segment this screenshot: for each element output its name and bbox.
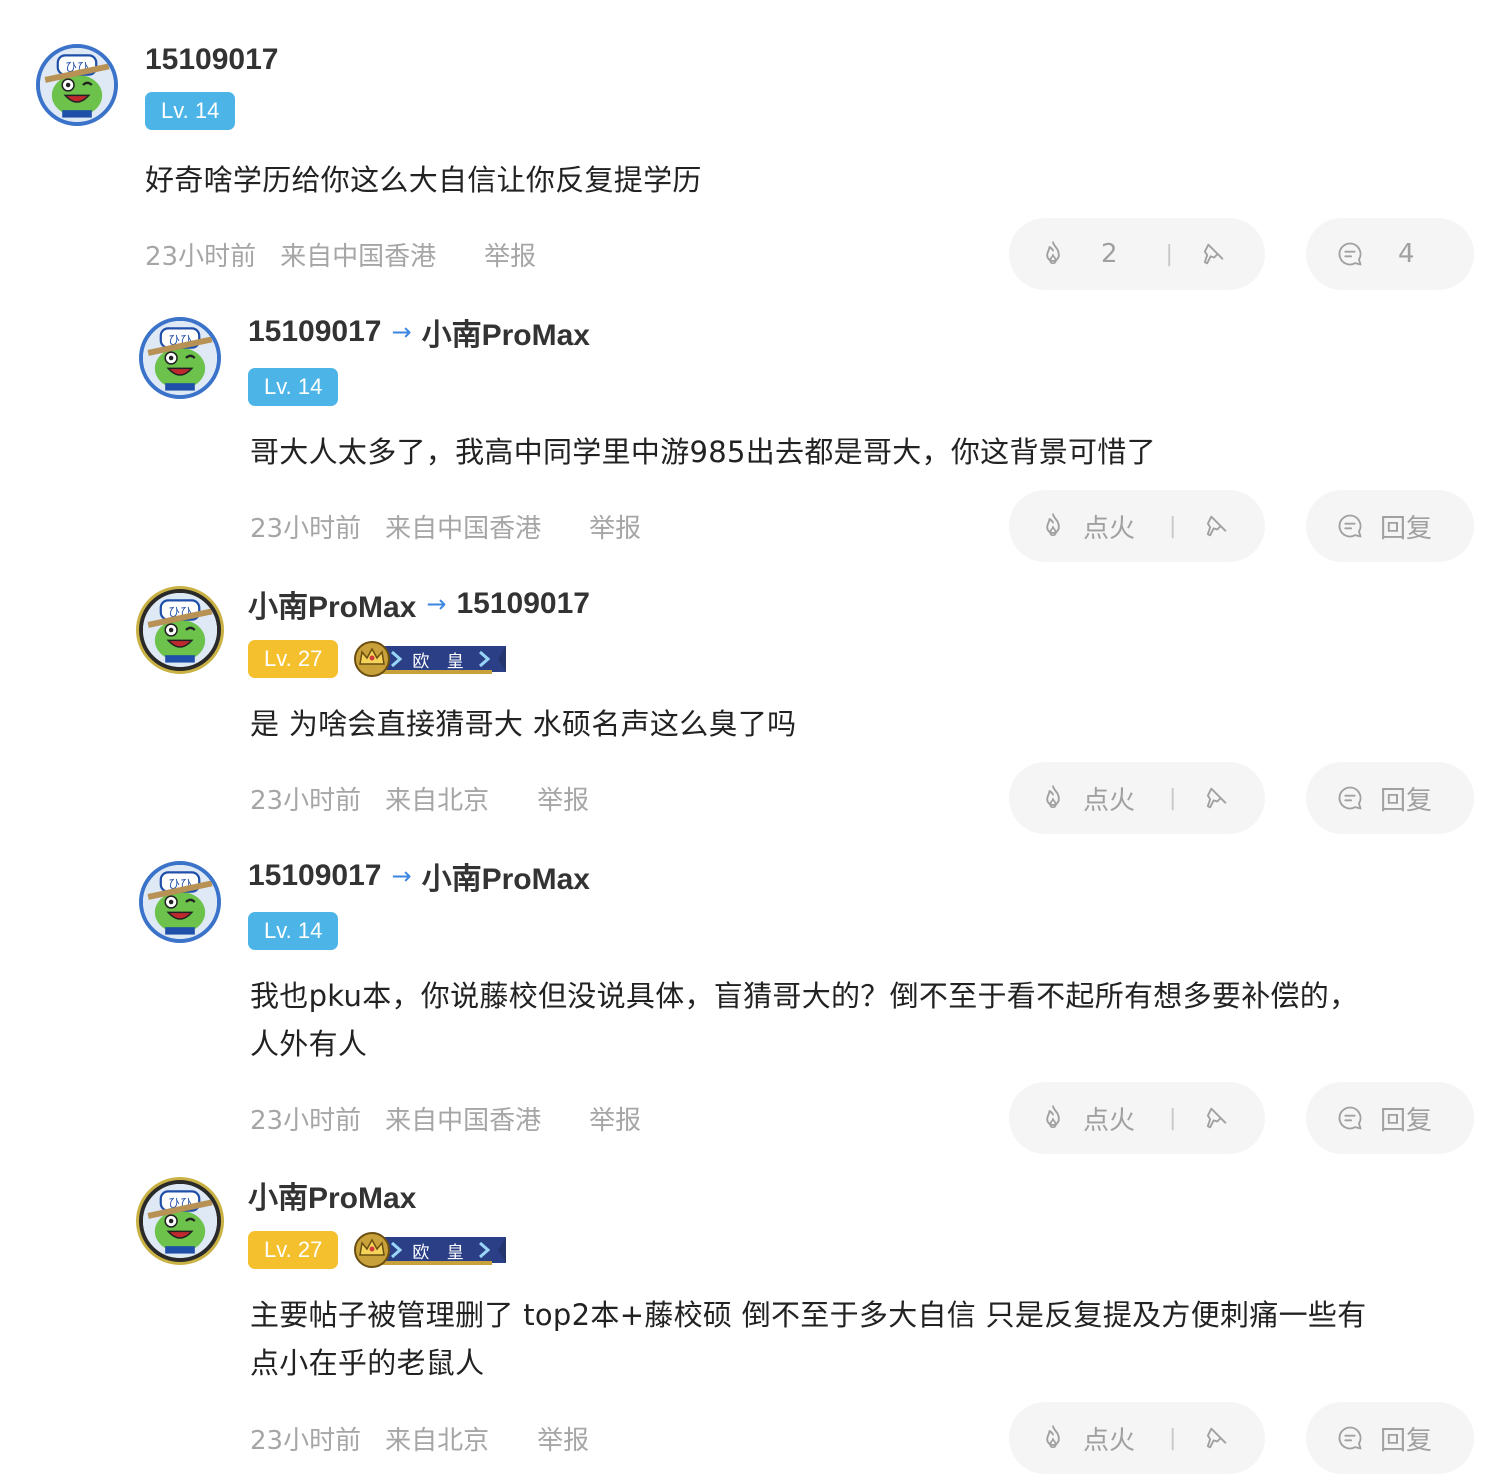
comment-icon [1336, 512, 1364, 540]
reply-button[interactable]: 4 [1306, 218, 1474, 290]
divider: | [1169, 1425, 1177, 1451]
report-link[interactable]: 举报 [589, 1100, 641, 1137]
fire-icon [1039, 1104, 1067, 1132]
frog-avatar-icon [143, 321, 217, 395]
fire-pill: 点火 | [1009, 762, 1265, 834]
reply-to-username[interactable]: 15109017 [456, 587, 589, 621]
avatar[interactable] [36, 44, 118, 126]
avatar[interactable] [139, 1180, 221, 1262]
level-badge: Lv. 27 [248, 640, 339, 678]
reply-button[interactable]: 回复 [1306, 490, 1474, 562]
fire-pill: 点火 | [1009, 1402, 1265, 1474]
divider: | [1169, 1105, 1177, 1131]
username[interactable]: 小南ProMax [248, 1173, 416, 1217]
avatar[interactable] [139, 861, 221, 943]
fire-icon [1039, 784, 1067, 812]
medal-badge: 欧 皇 [352, 640, 508, 678]
divider: | [1165, 241, 1173, 267]
fire-button[interactable]: 2 [1039, 239, 1118, 269]
avatar[interactable] [139, 589, 221, 671]
comment-text: 哥大人太多了，我高中同学里中游985出去都是哥大，你这背景可惜了 [250, 435, 1156, 469]
fire-icon [1039, 240, 1067, 268]
fire-button[interactable]: 点火 [1039, 1100, 1135, 1137]
reply-button[interactable]: 回复 [1306, 1402, 1474, 1474]
location: 来自中国香港 [385, 1105, 542, 1136]
dislike-icon[interactable] [1202, 512, 1230, 540]
dislike-icon[interactable] [1202, 1104, 1230, 1132]
medal-text: 欧 皇 [412, 652, 470, 672]
timestamp: 23小时前 [250, 1105, 362, 1136]
comment-icon [1336, 240, 1364, 268]
avatar[interactable] [139, 317, 221, 399]
location: 来自北京 [385, 785, 490, 816]
fire-icon [1039, 512, 1067, 540]
location: 来自中国香港 [385, 513, 542, 544]
fire-pill: 2 | [1009, 218, 1265, 290]
reply-label: 回复 [1380, 1425, 1433, 1456]
fire-label: 点火 [1083, 513, 1136, 544]
reply-arrow-icon: → [391, 862, 412, 890]
report-link[interactable]: 举报 [537, 780, 589, 817]
fire-pill: 点火 | [1009, 490, 1265, 562]
fire-label: 点火 [1083, 1425, 1136, 1456]
report-link[interactable]: 举报 [537, 1420, 589, 1457]
frog-avatar-icon [143, 865, 217, 939]
location: 来自中国香港 [280, 241, 437, 272]
comment-icon [1336, 1424, 1364, 1452]
fire-count: 2 [1101, 239, 1118, 269]
report-link[interactable]: 举报 [484, 236, 536, 273]
comment-text-line-1: 主要帖子被管理删了 top2本+藤校硕 倒不至于多大自信 只是反复提及方便刺痛一… [250, 1298, 1367, 1332]
reply-button[interactable]: 回复 [1306, 762, 1474, 834]
comment-text-line-2: 人外有人 [250, 1027, 368, 1061]
reply-label: 回复 [1380, 1105, 1433, 1136]
username[interactable]: 15109017 [145, 43, 278, 77]
username[interactable]: 15109017 [248, 315, 381, 349]
fire-button[interactable]: 点火 [1039, 780, 1135, 817]
report-link[interactable]: 举报 [589, 508, 641, 545]
reply-to-username[interactable]: 小南ProMax [422, 310, 590, 354]
dislike-icon[interactable] [1202, 1424, 1230, 1452]
fire-button[interactable]: 点火 [1039, 1420, 1135, 1457]
timestamp: 23小时前 [250, 1425, 362, 1456]
comment-text-line-2: 点小在乎的老鼠人 [250, 1346, 485, 1380]
comment-text: 是 为啥会直接猜哥大 水硕名声这么臭了吗 [250, 707, 797, 741]
frog-avatar-icon [143, 593, 217, 667]
location: 来自北京 [385, 1425, 490, 1456]
level-badge: Lv. 14 [248, 368, 339, 406]
level-badge: Lv. 27 [248, 1231, 339, 1269]
reply-count: 4 [1398, 239, 1415, 269]
fire-label: 点火 [1083, 785, 1136, 816]
divider: | [1169, 513, 1177, 539]
timestamp: 23小时前 [145, 241, 257, 272]
username[interactable]: 小南ProMax [248, 582, 416, 626]
dislike-icon[interactable] [1199, 240, 1227, 268]
frog-avatar-icon [143, 1184, 217, 1258]
reply-to-username[interactable]: 小南ProMax [422, 854, 590, 898]
reply-arrow-icon: → [426, 590, 447, 618]
fire-icon [1039, 1424, 1067, 1452]
fire-label: 点火 [1083, 1105, 1136, 1136]
reply-button[interactable]: 回复 [1306, 1082, 1474, 1154]
reply-label: 回复 [1380, 785, 1433, 816]
fire-pill: 点火 | [1009, 1082, 1265, 1154]
username[interactable]: 15109017 [248, 859, 381, 893]
dislike-icon[interactable] [1202, 784, 1230, 812]
comment-icon [1336, 1104, 1364, 1132]
level-badge: Lv. 14 [248, 912, 339, 950]
comment-icon [1336, 784, 1364, 812]
reply-arrow-icon: → [391, 318, 412, 346]
timestamp: 23小时前 [250, 785, 362, 816]
frog-avatar-icon [40, 48, 114, 122]
comment-text-line-1: 我也pku本，你说藤校但没说具体，盲猜哥大的？倒不至于看不起所有想多要补偿的， [250, 979, 1359, 1013]
medal-badge: 欧 皇 [352, 1231, 508, 1269]
medal-text: 欧 皇 [412, 1243, 470, 1263]
divider: | [1169, 785, 1177, 811]
timestamp: 23小时前 [250, 513, 362, 544]
comment-text: 好奇啥学历给你这么大自信让你反复提学历 [145, 163, 702, 197]
level-badge: Lv. 14 [145, 92, 236, 130]
fire-button[interactable]: 点火 [1039, 508, 1135, 545]
reply-label: 回复 [1380, 513, 1433, 544]
